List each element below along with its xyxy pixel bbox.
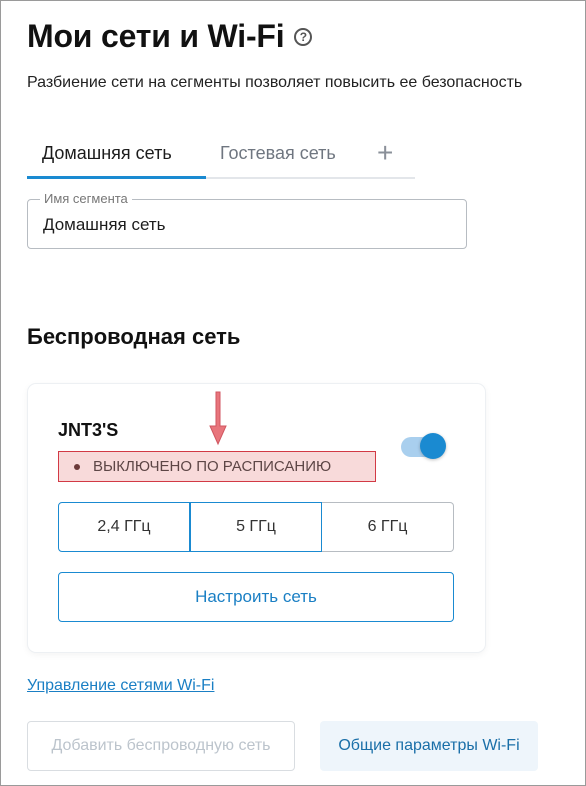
- wireless-section-title: Беспроводная сеть: [27, 324, 241, 349]
- status-text: ВЫКЛЮЧЕНО ПО РАСПИСАНИЮ: [93, 458, 332, 475]
- segment-name-value[interactable]: Домашняя сеть: [43, 215, 166, 235]
- segment-tabs: Домашняя сеть Гостевая сеть +: [27, 137, 415, 179]
- status-badge: ВЫКЛЮЧЕНО ПО РАСПИСАНИЮ: [58, 451, 376, 482]
- network-name: JNT3'S: [58, 420, 119, 440]
- page-subtitle: Разбиение сети на сегменты позволяет пов…: [27, 74, 523, 91]
- band-selector: 2,4 ГГц 5 ГГц 6 ГГц: [58, 502, 454, 552]
- wifi-general-params-button[interactable]: Общие параметры Wi-Fi: [320, 721, 538, 771]
- down-arrow-icon: [209, 391, 227, 446]
- tab-home-network[interactable]: Домашняя сеть: [42, 143, 172, 164]
- segment-name-field[interactable]: Имя сегмента Домашняя сеть: [27, 191, 467, 249]
- manage-wifi-networks-link[interactable]: Управление сетями Wi-Fi: [27, 677, 214, 695]
- question-circle-icon[interactable]: ?: [294, 27, 313, 46]
- page-title: Мои сети и Wi-Fi: [27, 18, 285, 54]
- band-5ghz-button[interactable]: 5 ГГц: [190, 502, 322, 552]
- network-enable-toggle[interactable]: [401, 433, 446, 459]
- wireless-network-card: JNT3'S ВЫКЛЮЧЕНО ПО РАСПИСАНИЮ 2,4 ГГц 5…: [28, 384, 485, 652]
- active-tab-indicator: [27, 176, 206, 179]
- configure-network-button[interactable]: Настроить сеть: [58, 572, 454, 622]
- title-row: Мои сети и Wi-Fi ?: [27, 18, 313, 55]
- toggle-knob[interactable]: [420, 433, 446, 459]
- plus-icon[interactable]: +: [377, 137, 393, 169]
- segment-name-label: Имя сегмента: [40, 191, 132, 206]
- tab-guest-network[interactable]: Гостевая сеть: [220, 143, 336, 164]
- band-6ghz-button[interactable]: 6 ГГц: [322, 502, 454, 552]
- band-2-4ghz-button[interactable]: 2,4 ГГц: [58, 502, 190, 552]
- add-wireless-network-button[interactable]: Добавить беспроводную сеть: [27, 721, 295, 771]
- status-dot-icon: [74, 463, 80, 470]
